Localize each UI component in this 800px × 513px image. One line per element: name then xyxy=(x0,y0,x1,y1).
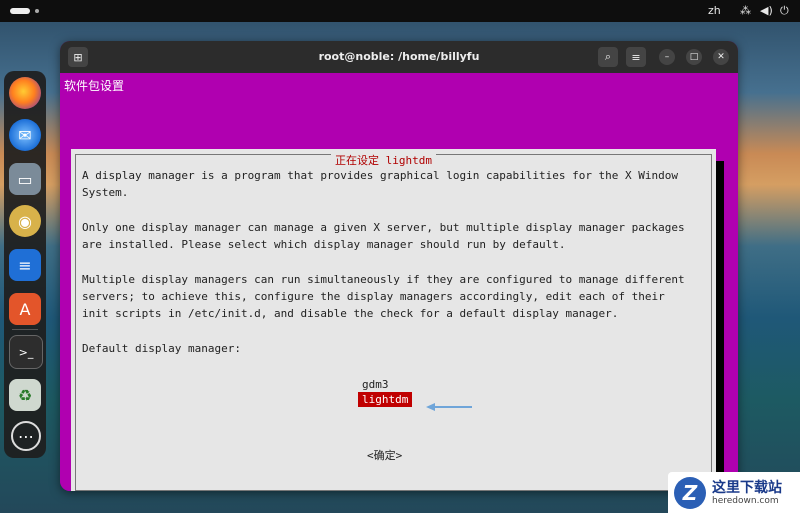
paragraph-4: Default display manager: xyxy=(82,342,241,355)
search-button[interactable]: ⌕ xyxy=(598,47,618,67)
watermark: Z 这里下载站 heredown.com xyxy=(668,472,800,513)
watermark-en-text: heredown.com xyxy=(712,495,779,506)
files-icon[interactable]: ▭ xyxy=(9,163,41,195)
ok-button[interactable]: <确定> xyxy=(367,447,402,463)
terminal-window: ⊞ root@noble: /home/billyfu ⌕ ≡ – □ ✕ 软件… xyxy=(60,41,738,491)
option-lightdm-selected[interactable]: lightdm xyxy=(358,392,413,407)
terminal-content: 软件包设置 正在设定 lightdm A display manager is … xyxy=(60,73,738,491)
maximize-button[interactable]: □ xyxy=(686,49,702,65)
trash-icon[interactable]: ♻ xyxy=(9,379,41,411)
paragraph-1: A display manager is a program that prov… xyxy=(82,169,679,199)
close-button[interactable]: ✕ xyxy=(713,49,729,65)
watermark-cn-text: 这里下载站 xyxy=(712,479,782,496)
writer-icon[interactable]: ≡ xyxy=(9,249,41,281)
minimize-button[interactable]: – xyxy=(659,49,675,65)
activities-indicator[interactable] xyxy=(10,8,30,14)
volume-icon[interactable]: ◀) xyxy=(760,4,773,17)
input-language[interactable]: zh xyxy=(708,4,721,17)
dialog-frame: 正在设定 lightdm xyxy=(75,154,712,491)
app-center-icon[interactable]: A xyxy=(9,293,41,325)
window-titlebar: ⊞ root@noble: /home/billyfu ⌕ ≡ – □ ✕ xyxy=(60,41,738,73)
dialog-title: 正在设定 lightdm xyxy=(331,154,436,168)
menu-button[interactable]: ≡ xyxy=(626,47,646,67)
thunderbird-icon[interactable]: ✉ xyxy=(9,119,41,151)
network-icon[interactable]: ⁂ xyxy=(740,4,751,17)
rhythmbox-icon[interactable]: ◉ xyxy=(9,205,41,237)
paragraph-2: Only one display manager can manage a gi… xyxy=(82,221,685,251)
pointer-arrow-icon xyxy=(426,403,472,411)
power-icon[interactable]: ⏻ xyxy=(780,4,789,18)
watermark-logo: Z xyxy=(674,476,706,509)
firefox-icon[interactable] xyxy=(9,77,41,109)
workspace-dot[interactable] xyxy=(35,9,39,13)
top-bar: zh ⁂ ◀) ⏻ xyxy=(0,0,800,22)
paragraph-3: Multiple display managers can run simult… xyxy=(82,273,685,320)
ubuntu-apps-icon[interactable]: ⋯ xyxy=(11,421,41,451)
dock-separator xyxy=(12,329,38,330)
option-gdm3[interactable]: gdm3 xyxy=(362,377,389,392)
package-config-title: 软件包设置 xyxy=(64,79,125,93)
dock: ✉ ▭ ◉ ≡ A >_ ♻ ⋯ xyxy=(4,71,46,458)
debconf-dialog: 正在设定 lightdm A display manager is a prog… xyxy=(71,149,716,491)
terminal-icon[interactable]: >_ xyxy=(9,335,43,369)
